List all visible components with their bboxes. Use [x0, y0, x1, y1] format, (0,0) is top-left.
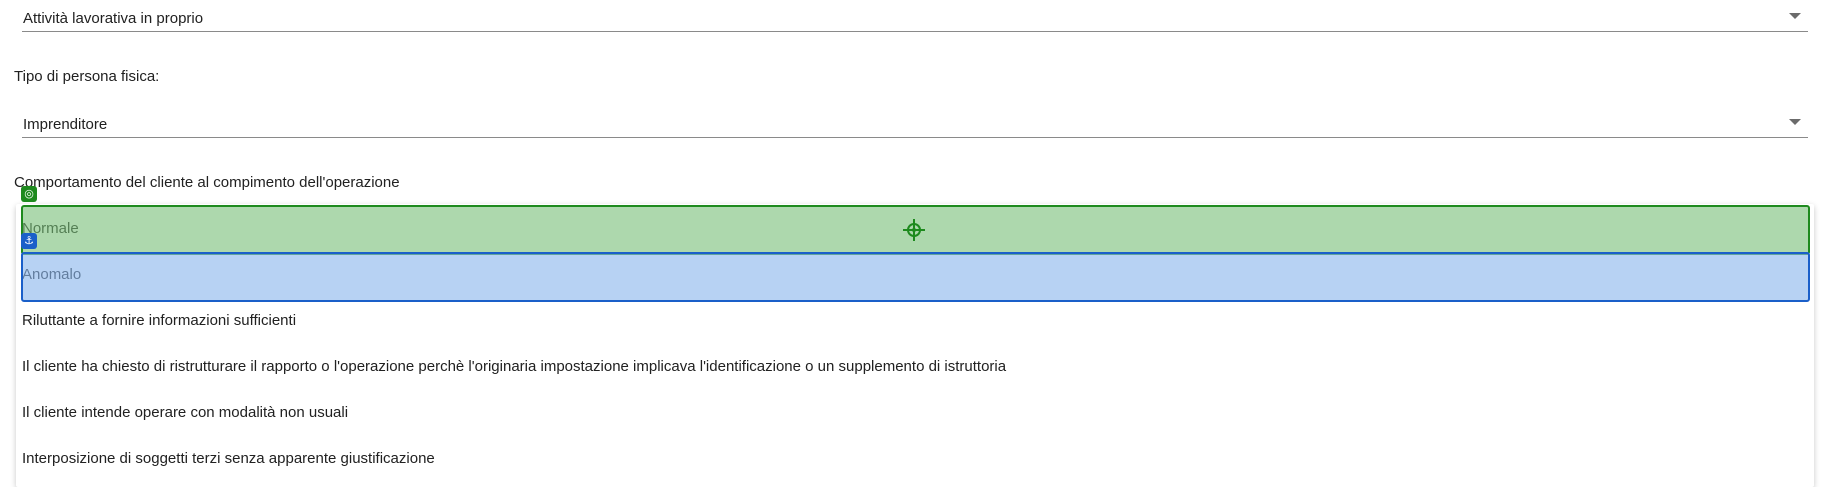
chevron-down-icon[interactable] — [1789, 13, 1801, 19]
comportamento-dropdown-panel: Normale Anomalo Riluttante a fornire inf… — [16, 204, 1814, 487]
chevron-down-icon[interactable] — [1789, 119, 1801, 125]
dropdown-option-anomalo[interactable]: Anomalo — [16, 252, 1814, 298]
dropdown-option-riluttante[interactable]: Riluttante a fornire informazioni suffic… — [16, 298, 1814, 344]
attivita-select[interactable]: Attività lavorativa in proprio — [22, 2, 1808, 32]
tipo-persona-select-value: Imprenditore — [23, 116, 108, 133]
option-label: Anomalo — [22, 266, 82, 283]
dropdown-option-modalita-non-usuali[interactable]: Il cliente intende operare con modalità … — [16, 390, 1814, 436]
option-label: Interposizione di soggetti terzi senza a… — [22, 450, 435, 467]
tipo-persona-select[interactable]: Imprenditore — [22, 108, 1808, 138]
form-page: Attività lavorativa in proprio Tipo di p… — [0, 0, 1830, 487]
target-icon: ◎ — [21, 186, 37, 202]
option-label: Il cliente intende operare con modalità … — [22, 404, 349, 421]
attivita-select-value: Attività lavorativa in proprio — [23, 10, 204, 27]
crosshair-dot-icon — [912, 228, 916, 232]
option-label: Il cliente ha chiesto di ristrutturare i… — [22, 358, 1007, 375]
tipo-persona-label: Tipo di persona fisica: — [14, 68, 160, 85]
option-label: Riluttante a fornire informazioni suffic… — [22, 312, 297, 329]
comportamento-label: Comportamento del cliente al compimento … — [14, 174, 400, 191]
dropdown-option-interposizione[interactable]: Interposizione di soggetti terzi senza a… — [16, 436, 1814, 482]
anchor-icon: ⚓ — [21, 233, 37, 249]
dropdown-option-ristrutturare[interactable]: Il cliente ha chiesto di ristrutturare i… — [16, 344, 1814, 390]
